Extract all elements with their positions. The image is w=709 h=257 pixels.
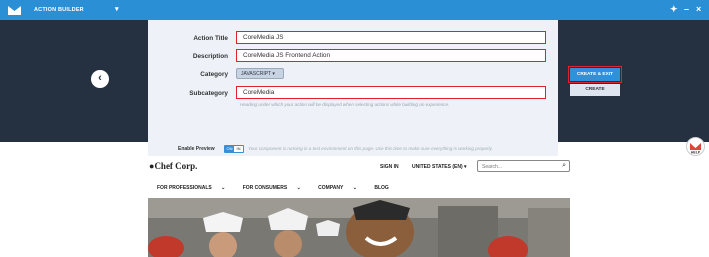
search-input[interactable]: Search... ⌕: [477, 160, 570, 172]
toggle-on-label: ON: [225, 146, 234, 152]
subcategory-label: Subcategory: [189, 90, 228, 97]
action-form-panel: Action Title CoreMedia JS Description Co…: [148, 20, 558, 142]
minimize-icon[interactable]: –: [684, 4, 689, 14]
action-title-label: Action Title: [193, 35, 228, 42]
country-label: UNITED STATES (EN): [412, 164, 463, 170]
sign-in-link[interactable]: SIGN IN: [380, 164, 399, 170]
search-icon[interactable]: ⌕: [562, 162, 566, 170]
chevron-down-icon[interactable]: ▾: [115, 5, 119, 13]
help-button[interactable]: HELP: [686, 137, 705, 156]
preview-bar: Enable Preview ON IN Your component is ru…: [148, 142, 558, 156]
preview-message: Your component is running in a test envi…: [248, 146, 493, 151]
site-brand[interactable]: ●Chef Corp.: [149, 161, 197, 171]
nav-item-blog[interactable]: BLOG: [374, 185, 388, 191]
country-selector[interactable]: UNITED STATES (EN) ▾: [412, 164, 467, 170]
nav-label: FOR PROFESSIONALS: [157, 185, 212, 191]
nav-label: COMPANY: [318, 185, 344, 191]
subcategory-hint: Heading under which your action will be …: [240, 102, 450, 107]
action-title-input[interactable]: CoreMedia JS: [236, 31, 546, 44]
pin-icon[interactable]: ✦: [670, 4, 678, 15]
help-label: HELP: [691, 151, 701, 155]
chevron-down-icon: ▾: [464, 164, 467, 170]
description-input[interactable]: CoreMedia JS Frontend Action: [236, 49, 546, 62]
back-arrow-icon[interactable]: ‹: [91, 70, 109, 88]
preview-toggle[interactable]: ON IN: [224, 145, 244, 153]
site-nav: FOR PROFESSIONALS ⌄ FOR CONSUMERS ⌄ COMP…: [157, 185, 397, 191]
category-label: Category: [200, 71, 228, 78]
app-title: ACTION BUILDER: [34, 7, 84, 13]
enable-preview-label: Enable Preview: [178, 146, 215, 152]
subcategory-input[interactable]: CoreMedia: [236, 86, 546, 99]
create-exit-button[interactable]: CREATE & EXIT: [568, 66, 622, 83]
nav-label: FOR CONSUMERS: [242, 185, 288, 191]
brand-name: Chef Corp.: [154, 161, 198, 171]
nav-item-professionals[interactable]: FOR PROFESSIONALS ⌄: [157, 185, 233, 191]
site-preview: ●Chef Corp. SIGN IN UNITED STATES (EN) ▾…: [0, 156, 709, 257]
category-dropdown[interactable]: JAVASCRIPT ▾: [236, 68, 284, 79]
hero-illustration: [148, 198, 570, 257]
help-icon: HELP: [690, 143, 701, 155]
chevron-down-icon: ⌄: [221, 185, 226, 191]
toggle-off-label: IN: [236, 146, 241, 151]
chevron-down-icon: ⌄: [352, 185, 357, 191]
nav-item-company[interactable]: COMPANY ⌄: [318, 185, 365, 191]
category-value: JAVASCRIPT: [241, 71, 272, 77]
app-logo-icon: [8, 6, 21, 15]
chevron-down-icon: ▾: [272, 71, 275, 77]
chevron-down-icon: ⌄: [296, 185, 301, 191]
search-placeholder: Search...: [482, 164, 503, 170]
hero-image: [148, 198, 570, 257]
nav-item-consumers[interactable]: FOR CONSUMERS ⌄: [243, 185, 309, 191]
create-button[interactable]: CREATE: [570, 84, 620, 96]
close-icon[interactable]: ×: [696, 4, 701, 14]
title-bar: ACTION BUILDER ▾ ✦ – ×: [0, 0, 709, 20]
description-label: Description: [192, 53, 228, 60]
